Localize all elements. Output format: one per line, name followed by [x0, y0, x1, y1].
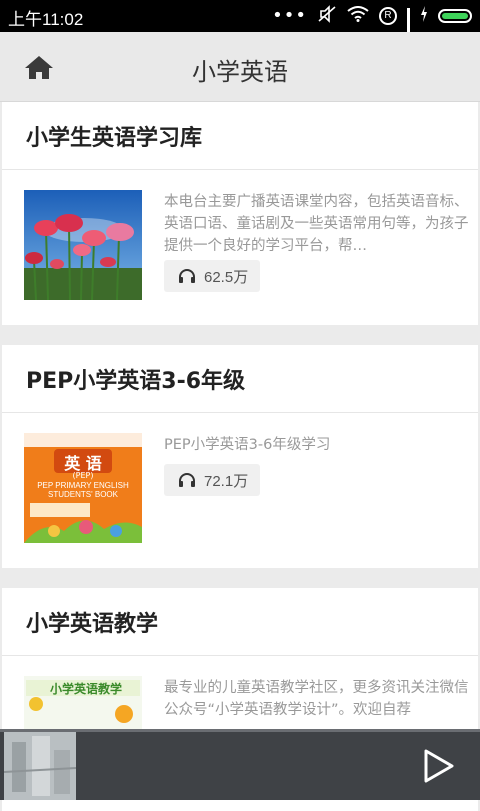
headphones-icon	[179, 473, 195, 487]
section-title[interactable]: 小学生英语学习库	[2, 102, 478, 170]
player-cover[interactable]	[4, 732, 76, 800]
section-title[interactable]: 小学英语教学	[2, 588, 478, 656]
cover-subtitle: (PEP)	[72, 471, 94, 480]
battery-icon	[438, 9, 472, 23]
mute-icon	[317, 5, 337, 27]
album-cover-pep-book: 英 语 (PEP) PEP PRIMARY ENGLISH STUDENTS' …	[24, 433, 142, 543]
title-bar: 小学英语	[0, 32, 480, 102]
section-title[interactable]: PEP小学英语3-6年级	[2, 345, 478, 413]
play-button[interactable]	[420, 746, 456, 786]
content-list: 小学生英语学习库 本电台主要广播英语课堂内容，包括英语音标、英语口语、童话剧及一…	[0, 102, 480, 811]
play-count-value: 62.5万	[204, 268, 249, 286]
registered-icon: R	[379, 7, 397, 25]
list-item[interactable]: 本电台主要广播英语课堂内容，包括英语音标、英语口语、童话剧及一些英语常用句等，为…	[2, 170, 478, 325]
play-count: 72.1万	[164, 464, 261, 496]
more-dots-icon: •••	[272, 5, 307, 26]
list-item[interactable]: 英 语 (PEP) PEP PRIMARY ENGLISH STUDENTS' …	[2, 413, 478, 568]
play-icon	[424, 749, 454, 783]
status-bar: 上午11:02 ••• R	[0, 0, 480, 62]
section: PEP小学英语3-6年级 英 语 (PEP) PEP PRIMARY ENGLI…	[2, 345, 478, 568]
mini-player	[0, 729, 480, 800]
charging-icon	[420, 6, 428, 26]
section: 小学生英语学习库 本电台主要广播英语课堂内容，包括英语音标、英语口语、童话剧及一…	[2, 102, 478, 325]
wifi-icon	[347, 6, 369, 26]
cover-title: 小学英语教学	[50, 682, 123, 696]
status-icons: ••• R	[272, 5, 472, 62]
item-description: 本电台主要广播英语课堂内容，包括英语音标、英语口语、童话剧及一些英语常用句等，为…	[164, 194, 469, 254]
cover-english-title: PEP PRIMARY ENGLISH STUDENTS' BOOK	[37, 481, 129, 499]
status-time: 上午11:02	[8, 10, 84, 29]
page-title: 小学英语	[192, 58, 288, 86]
play-count: 62.5万	[164, 260, 261, 292]
item-description: 最专业的儿童英语教学社区，更多资讯关注微信公众号“小学英语教学设计”。欢迎自荐	[164, 680, 469, 718]
album-cover-flowers	[24, 190, 142, 300]
item-description: PEP小学英语3-6年级学习	[164, 437, 331, 453]
divider	[0, 325, 480, 345]
signal-icon	[407, 8, 410, 62]
headphones-icon	[179, 269, 195, 283]
play-count-value: 72.1万	[204, 472, 249, 490]
divider	[0, 568, 480, 588]
